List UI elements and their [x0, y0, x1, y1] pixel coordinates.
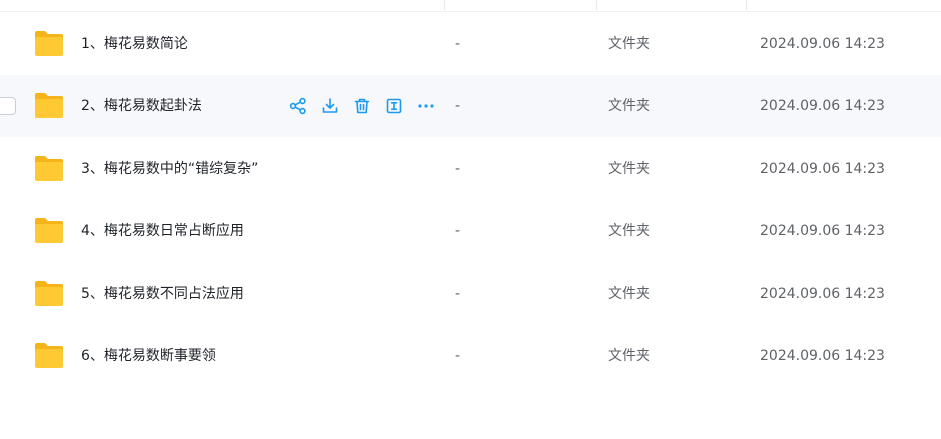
- column-divider[interactable]: [746, 0, 747, 10]
- file-name[interactable]: 2、梅花易数起卦法: [81, 96, 202, 116]
- file-size: -: [455, 98, 461, 114]
- file-size: -: [455, 348, 461, 364]
- file-size: -: [455, 36, 461, 52]
- file-type: 文件夹: [608, 223, 650, 239]
- download-icon[interactable]: [318, 94, 342, 118]
- file-modified-date: 2024.09.06 14:23: [760, 36, 885, 52]
- file-modified-date: 2024.09.06 14:23: [760, 223, 885, 239]
- column-divider[interactable]: [596, 0, 597, 10]
- row-checkbox[interactable]: [0, 97, 16, 115]
- file-modified-date: 2024.09.06 14:23: [760, 286, 885, 302]
- folder-icon: [34, 29, 64, 57]
- folder-icon: [34, 91, 64, 119]
- file-name[interactable]: 3、梅花易数中的“错综复杂”: [81, 159, 258, 179]
- file-type: 文件夹: [608, 161, 650, 177]
- file-modified-date: 2024.09.06 14:23: [760, 161, 885, 177]
- file-type: 文件夹: [608, 348, 650, 364]
- list-item[interactable]: 6、梅花易数断事要领 - 文件夹 2024.09.06 14:23: [0, 325, 941, 387]
- folder-icon: [34, 341, 64, 369]
- folder-icon: [34, 154, 64, 182]
- file-size: -: [455, 161, 461, 177]
- file-type: 文件夹: [608, 98, 650, 114]
- delete-icon[interactable]: [350, 94, 374, 118]
- list-item[interactable]: 1、梅花易数简论 - 文件夹 2024.09.06 14:23: [0, 13, 941, 75]
- file-name[interactable]: 4、梅花易数日常占断应用: [81, 221, 244, 241]
- file-modified-date: 2024.09.06 14:23: [760, 348, 885, 364]
- file-list: 1、梅花易数简论 - 文件夹 2024.09.06 14:23 2、梅花易数起卦…: [0, 0, 941, 439]
- file-size: -: [455, 223, 461, 239]
- file-name[interactable]: 1、梅花易数简论: [81, 34, 188, 54]
- list-item[interactable]: 2、梅花易数起卦法 - 文件夹 2024.09.06 14:23: [0, 75, 941, 137]
- file-type: 文件夹: [608, 36, 650, 52]
- list-item[interactable]: 3、梅花易数中的“错综复杂” - 文件夹 2024.09.06 14:23: [0, 138, 941, 200]
- file-name[interactable]: 5、梅花易数不同占法应用: [81, 284, 244, 304]
- row-actions: [286, 94, 446, 118]
- list-header: [0, 0, 941, 12]
- list-item[interactable]: 5、梅花易数不同占法应用 - 文件夹 2024.09.06 14:23: [0, 263, 941, 325]
- column-divider[interactable]: [444, 0, 445, 10]
- folder-icon: [34, 279, 64, 307]
- file-name[interactable]: 6、梅花易数断事要领: [81, 346, 216, 366]
- rename-icon[interactable]: [382, 94, 406, 118]
- file-type: 文件夹: [608, 286, 650, 302]
- folder-icon: [34, 216, 64, 244]
- more-icon[interactable]: [414, 94, 438, 118]
- share-icon[interactable]: [286, 94, 310, 118]
- list-item[interactable]: 4、梅花易数日常占断应用 - 文件夹 2024.09.06 14:23: [0, 200, 941, 262]
- file-modified-date: 2024.09.06 14:23: [760, 98, 885, 114]
- file-size: -: [455, 286, 461, 302]
